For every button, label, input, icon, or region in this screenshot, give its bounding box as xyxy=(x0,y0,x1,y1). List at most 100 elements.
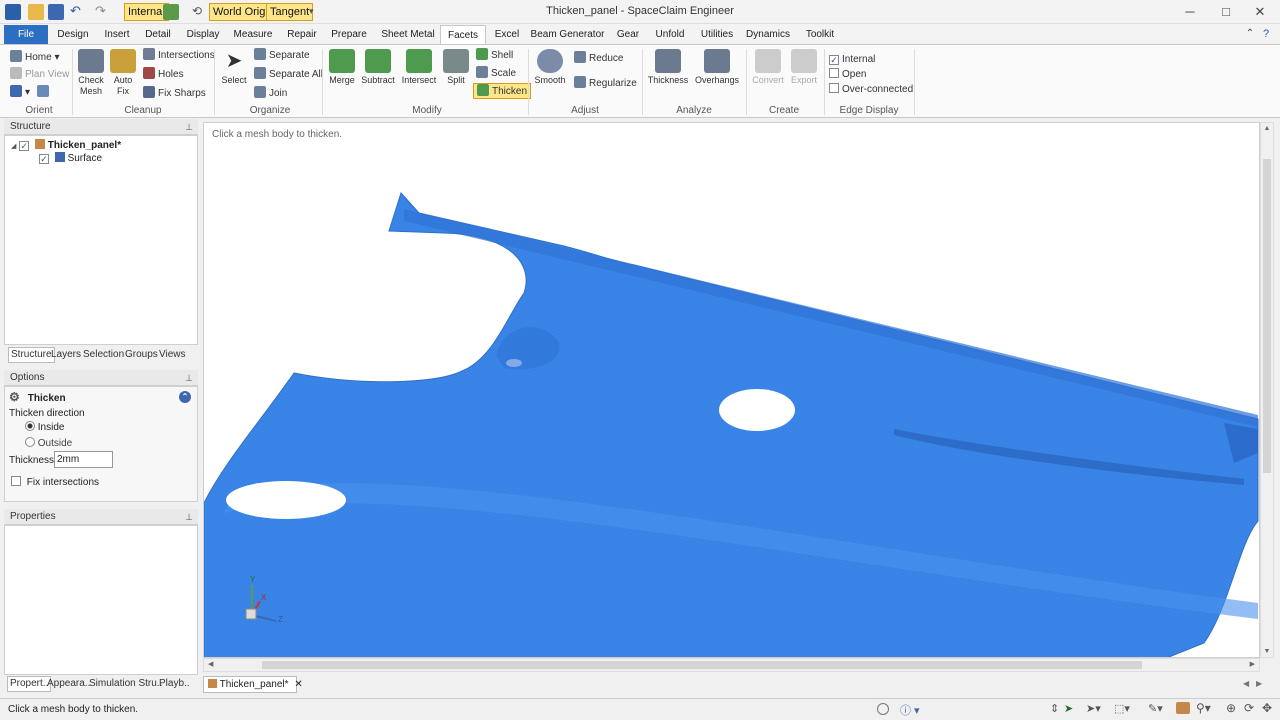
help-icon[interactable]: ? xyxy=(1252,24,1280,44)
intersections-button[interactable]: Intersections xyxy=(143,48,215,64)
graphics-viewport[interactable]: Click a mesh body to thicken. Y X Z xyxy=(203,122,1260,658)
thickness-input[interactable]: 2mm xyxy=(54,451,113,468)
reduce-button[interactable]: Reduce xyxy=(574,51,623,67)
shell-button[interactable]: Shell xyxy=(476,48,513,64)
merge-button[interactable]: Merge xyxy=(326,49,358,86)
visibility-checkbox[interactable]: ✓ xyxy=(19,141,30,151)
smooth-button[interactable]: Smooth xyxy=(532,49,568,86)
record-icon[interactable] xyxy=(877,703,889,715)
tab-measure[interactable]: Measure xyxy=(230,25,276,44)
tab-beam-generator[interactable]: Beam Generator xyxy=(530,25,605,44)
tangent-button[interactable]: Tangent xyxy=(266,3,314,21)
viewport-horizontal-scrollbar[interactable]: ◀ ▶ xyxy=(203,658,1260,672)
visibility-checkbox[interactable]: ✓ xyxy=(39,154,49,164)
tab-gear[interactable]: Gear xyxy=(614,25,642,44)
subtract-button[interactable]: Subtract xyxy=(360,49,396,86)
subtab-selection[interactable]: Selection xyxy=(83,348,124,362)
convert-button[interactable]: Convert xyxy=(750,49,786,86)
bottom-tab-simulation-structure[interactable]: Simulation Stru.. xyxy=(89,677,162,691)
tab-dynamics[interactable]: Dynamics xyxy=(745,25,791,44)
horizontal-scroll-thumb[interactable] xyxy=(262,661,1142,669)
collapse-icon[interactable]: ⌃ xyxy=(179,391,191,403)
export-button[interactable]: Export xyxy=(788,49,820,86)
box-select-icon[interactable]: ⬚▾ xyxy=(1114,702,1130,715)
tree-root-row[interactable]: ◢ ✓ Thicken_panel* xyxy=(11,139,121,153)
pan-view-icon[interactable]: ✥ xyxy=(1262,701,1272,715)
bottom-tab-appearance[interactable]: Appeara.. xyxy=(47,677,90,691)
outside-radio[interactable]: Outside xyxy=(25,437,72,450)
fix-sharps-button[interactable]: Fix Sharps xyxy=(143,86,206,102)
auto-fix-button[interactable]: Auto Fix xyxy=(108,49,138,97)
move-origin-icon[interactable]: ⟲ xyxy=(192,4,208,20)
vertical-scroll-thumb[interactable] xyxy=(1263,159,1271,473)
close-tab-icon[interactable]: ✕ xyxy=(294,679,302,690)
subtab-structure[interactable]: Structure xyxy=(8,347,55,363)
check-mesh-button[interactable]: Check Mesh xyxy=(74,49,108,97)
separate-all-button[interactable]: Separate All xyxy=(254,67,323,83)
subtab-layers[interactable]: Layers xyxy=(51,348,81,362)
tab-insert[interactable]: Insert xyxy=(100,25,134,44)
undo-icon[interactable]: ↶ xyxy=(70,4,86,20)
regularize-button[interactable]: Regularize xyxy=(574,76,637,92)
nav-arrows-icon[interactable]: ⇕ xyxy=(1050,702,1059,715)
internal-toggle-button[interactable]: Internal xyxy=(124,3,169,21)
tab-scroll-left-icon[interactable]: ◀ xyxy=(1243,679,1249,688)
tab-file[interactable]: File xyxy=(4,25,48,44)
snap-view-icon[interactable] xyxy=(163,4,179,20)
display-style-icon[interactable] xyxy=(1176,702,1190,714)
tab-utilities[interactable]: Utilities xyxy=(697,25,737,44)
sketch-icon[interactable]: ✎▾ xyxy=(1148,702,1163,715)
bottom-tab-playback[interactable]: Playb.. xyxy=(159,677,190,691)
pin-icon[interactable]: ⊥ xyxy=(185,370,193,386)
redo-icon[interactable]: ↷ xyxy=(95,4,111,20)
overhangs-button[interactable]: Overhangs xyxy=(694,49,740,86)
save-icon[interactable] xyxy=(48,4,64,20)
subtab-views[interactable]: Views xyxy=(159,348,186,362)
tab-toolkit[interactable]: Toolkit xyxy=(801,25,839,44)
rotate-view-icon[interactable]: ⟳ xyxy=(1244,701,1254,715)
customize-dropdown-icon[interactable]: ▾ xyxy=(309,4,325,20)
info-icon[interactable]: ⓘ ▾ xyxy=(900,702,920,718)
open-folder-icon[interactable] xyxy=(28,4,44,20)
select-mode-icon[interactable]: ➤▾ xyxy=(1086,702,1101,715)
tab-facets[interactable]: Facets xyxy=(440,25,486,44)
split-button[interactable]: Split xyxy=(442,49,470,86)
scroll-left-icon[interactable]: ◀ xyxy=(208,659,213,671)
expand-arrow-icon[interactable]: ◢ xyxy=(11,143,16,150)
internal-edges-checkbox[interactable]: ✓ Internal xyxy=(829,52,875,68)
pin-icon[interactable]: ⊥ xyxy=(185,509,193,525)
plan-view-button[interactable]: Plan View xyxy=(10,67,69,83)
subtab-groups[interactable]: Groups xyxy=(125,348,158,362)
fit-view-icon[interactable]: ⊕ xyxy=(1226,701,1236,715)
thicken-button[interactable]: Thicken xyxy=(473,83,532,99)
open-edges-checkbox[interactable]: Open xyxy=(829,67,866,83)
scroll-down-icon[interactable]: ▼ xyxy=(1261,648,1273,655)
tab-unfold[interactable]: Unfold xyxy=(652,25,688,44)
tree-child-row[interactable]: ✓ Surface xyxy=(39,152,102,165)
join-button[interactable]: Join xyxy=(254,86,287,102)
intersect-button[interactable]: Intersect xyxy=(400,49,438,86)
scroll-right-icon[interactable]: ▶ xyxy=(1250,659,1255,671)
holes-button[interactable]: Holes xyxy=(143,67,184,83)
view-cube-button[interactable]: ▾ xyxy=(10,85,52,101)
viewport-vertical-scrollbar[interactable]: ▲ ▼ xyxy=(1260,122,1274,658)
tab-repair[interactable]: Repair xyxy=(284,25,320,44)
bottom-tab-properties[interactable]: Propert.. xyxy=(7,676,52,692)
document-tab[interactable]: Thicken_panel* ✕ xyxy=(203,676,303,693)
zoom-icon[interactable]: ⚲▾ xyxy=(1196,701,1211,715)
minimize-icon[interactable]: ─ xyxy=(1176,2,1204,22)
over-connected-checkbox[interactable]: Over-connected xyxy=(829,82,913,98)
home-button[interactable]: Home ▾ xyxy=(10,50,60,66)
maximize-icon[interactable]: □ xyxy=(1212,2,1240,22)
thickness-button[interactable]: Thickness xyxy=(646,49,690,86)
fix-intersections-checkbox[interactable]: Fix intersections xyxy=(11,476,99,489)
close-icon[interactable]: ✕ xyxy=(1246,2,1274,22)
select-tool-icon[interactable]: ➤ xyxy=(1064,702,1073,715)
select-button[interactable]: ➤ Select xyxy=(218,49,250,86)
scroll-up-icon[interactable]: ▲ xyxy=(1261,125,1273,132)
scale-button[interactable]: Scale xyxy=(476,66,516,82)
separate-button[interactable]: Separate xyxy=(254,48,310,64)
tab-design[interactable]: Design xyxy=(54,25,92,44)
tab-scroll-right-icon[interactable]: ▶ xyxy=(1256,679,1262,688)
tab-detail[interactable]: Detail xyxy=(140,25,176,44)
